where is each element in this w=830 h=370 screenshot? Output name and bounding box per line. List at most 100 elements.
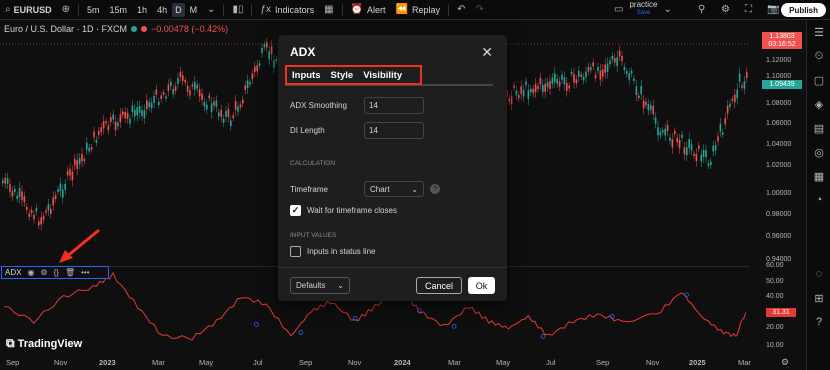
close-icon[interactable]: ✕ <box>481 44 493 61</box>
plus-circle-icon: ⊕ <box>61 4 71 15</box>
input-values-header: INPUT VALUES <box>290 232 337 239</box>
defaults-dropdown[interactable]: Defaults ⌄ <box>290 277 350 294</box>
time-label: Mar <box>448 358 461 367</box>
candle-body <box>126 112 129 119</box>
eye-icon[interactable]: ◉ <box>27 268 34 277</box>
time-label: Jul <box>253 358 263 367</box>
time-label: Nov <box>348 358 362 367</box>
chat-icon[interactable]: ▢ <box>807 68 830 92</box>
interval-5m[interactable]: 5m <box>82 0 105 20</box>
candle-body <box>614 58 616 63</box>
candle-body <box>189 90 191 96</box>
candle-body <box>513 85 515 89</box>
candle-body <box>642 100 645 109</box>
chart-type-button[interactable]: ▮▯ <box>227 0 248 20</box>
time-label: 2023 <box>99 358 116 367</box>
settings-icon[interactable]: ⚙ <box>40 268 47 277</box>
symbol-search[interactable]: ⌕ EURUSD <box>0 0 57 20</box>
camera-icon[interactable]: 📷 <box>767 4 779 15</box>
candle-body <box>210 103 213 113</box>
candle-body <box>148 102 150 107</box>
candle-body <box>143 110 146 119</box>
trash-icon[interactable]: 🗑 <box>65 268 75 277</box>
time-label: 2024 <box>394 358 411 367</box>
source-code-icon[interactable]: {} <box>54 268 59 277</box>
undo-button[interactable]: ↶ <box>452 0 470 20</box>
candle-body <box>23 196 26 203</box>
tradingview-mark-icon: ⧉ <box>6 336 15 350</box>
wait-timeframe-checkbox[interactable]: ✓ <box>290 205 301 216</box>
candle-body <box>167 84 170 92</box>
indicators-button[interactable]: ƒx Indicators <box>255 0 319 20</box>
data-window-icon[interactable]: ⊞ <box>807 286 830 310</box>
candle-body <box>201 93 203 101</box>
alert-button[interactable]: ⏰ Alert <box>346 0 391 20</box>
cancel-button[interactable]: Cancel <box>416 277 462 294</box>
candle-body <box>62 189 64 198</box>
replay-label: Replay <box>411 4 440 15</box>
fullscreen-icon[interactable]: ⛶ <box>745 4 752 15</box>
time-label: Sep <box>6 358 20 367</box>
chart-legend: Euro / U.S. Dollar · 1D · FXCM −0.00478 … <box>4 24 228 34</box>
candle-body <box>597 66 599 71</box>
help-circle-icon[interactable]: ? <box>430 184 440 194</box>
candle-body <box>232 115 234 119</box>
candle-body <box>177 77 179 84</box>
layouts-button[interactable]: ▦ <box>319 0 338 20</box>
tradingview-logo[interactable]: ⧉ TradingView <box>6 336 82 351</box>
layout-menu[interactable]: ▭ practice Save ⌄ <box>614 1 672 17</box>
alert-label: Alert <box>366 4 386 15</box>
layers-icon[interactable]: ◈ <box>807 92 830 116</box>
tab-bar-highlight: Inputs Style Visibility <box>285 65 422 85</box>
interval-15m[interactable]: 15m <box>105 0 133 20</box>
grid-icon: ▦ <box>324 4 334 15</box>
watchlist-icon[interactable]: ☰ <box>807 20 830 44</box>
candle-body <box>172 89 174 94</box>
indicators-label: Indicators <box>275 4 315 15</box>
replay-button[interactable]: ⏪ Replay <box>391 0 445 20</box>
ok-button[interactable]: Ok <box>468 277 495 294</box>
interval-dropdown[interactable]: ⌄ <box>202 0 220 20</box>
price-label: 1.10000 <box>766 73 792 80</box>
symbol-title: Euro / U.S. Dollar · 1D · FXCM <box>4 24 128 34</box>
tab-inputs[interactable]: Inputs <box>287 70 326 81</box>
di-length-input[interactable]: 14 <box>364 122 424 139</box>
tab-style[interactable]: Style <box>326 70 359 81</box>
candle-body <box>244 85 246 90</box>
last-price: 1.13803 <box>769 32 795 40</box>
inputs-status-checkbox[interactable] <box>290 246 301 257</box>
notifications-icon[interactable]: ◔ <box>807 188 830 212</box>
interval-m[interactable]: M <box>185 0 203 20</box>
timeframe-select[interactable]: Chart ⌄ <box>364 181 424 197</box>
interval-1h[interactable]: 1h <box>132 0 152 20</box>
candle-body <box>669 137 671 141</box>
timeframe-label: Timeframe <box>290 185 328 194</box>
settings-icon[interactable]: ⚙ <box>721 4 730 15</box>
time-axis[interactable]: Sep Nov 2023 Mar May Jul Sep Nov 2024 Mar May Jul Se… <box>0 356 751 370</box>
alerts-clock-icon[interactable]: ⏲ <box>807 44 830 68</box>
interval-4h[interactable]: 4h <box>152 0 172 20</box>
candle-body <box>738 73 741 82</box>
adx-smoothing-input[interactable]: 14 <box>364 97 424 114</box>
more-icon[interactable]: ••• <box>81 268 89 277</box>
tab-visibility[interactable]: Visibility <box>358 70 407 81</box>
adx-legend-bar[interactable]: ADX ◉ ⚙ {} 🗑 ••• <box>1 266 109 279</box>
quick-search-icon[interactable]: ⚲ <box>698 4 705 15</box>
compare-add-button[interactable]: ⊕ <box>57 0 75 20</box>
interval-d[interactable]: D <box>172 2 185 17</box>
price-axis[interactable]: 1.13803 03:16:52 1.12000 1.10000 1.09439… <box>750 20 806 370</box>
bell-icon[interactable]: ◌ <box>807 262 830 286</box>
candle-body <box>261 47 263 54</box>
redo-button[interactable]: ↷ <box>470 0 488 20</box>
candle-body <box>686 147 688 156</box>
candle-body <box>741 85 743 88</box>
time-settings-icon[interactable]: ⚙ <box>781 357 789 368</box>
divider <box>447 3 449 16</box>
news-icon[interactable]: ▤ <box>807 116 830 140</box>
help-icon[interactable]: ? <box>807 310 830 334</box>
candle-body <box>165 96 167 99</box>
ideas-icon[interactable]: ◎ <box>807 140 830 164</box>
calendar-icon[interactable]: ▦ <box>807 164 830 188</box>
publish-button[interactable]: Publish <box>781 3 826 17</box>
candle-body <box>522 89 525 97</box>
